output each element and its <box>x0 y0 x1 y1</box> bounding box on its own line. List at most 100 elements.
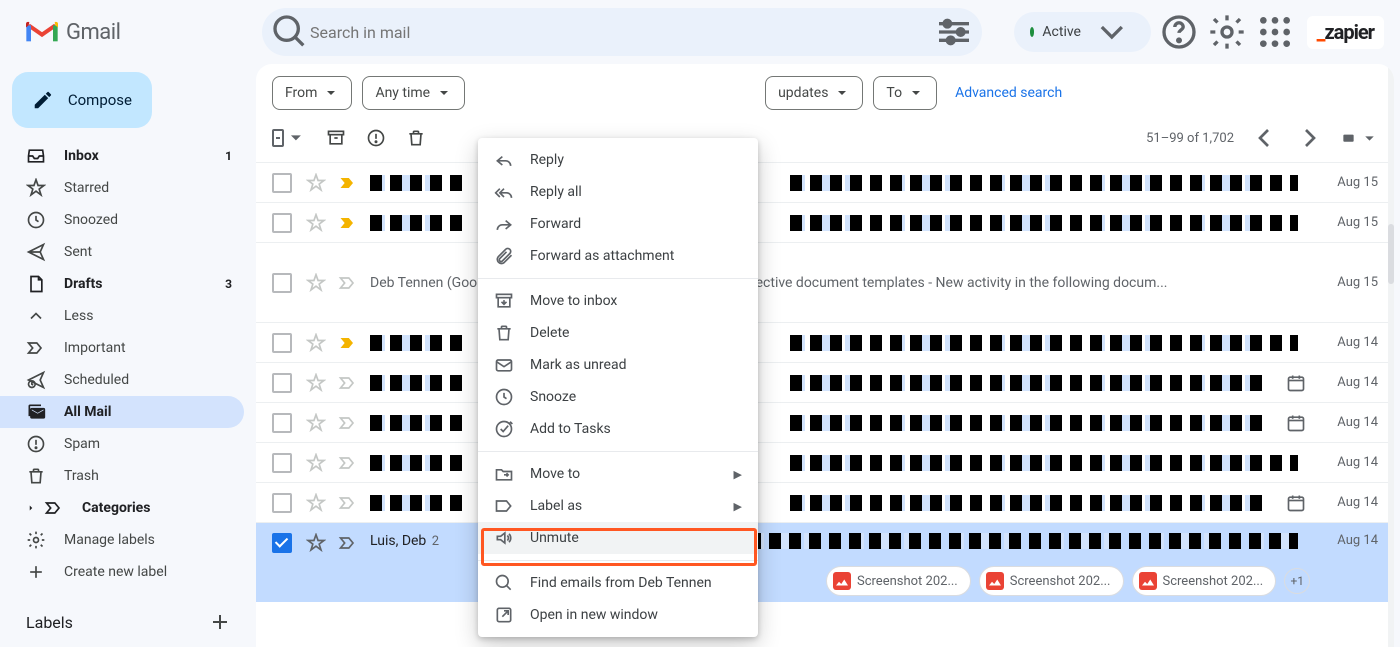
ctx-forward[interactable]: Forward <box>478 208 758 240</box>
sidebar-item-snoozed[interactable]: Snoozed <box>0 204 244 236</box>
star-icon[interactable] <box>306 173 326 193</box>
delete-icon[interactable] <box>406 128 426 148</box>
attachment-chip[interactable]: Screenshot 202... <box>826 566 971 596</box>
report-spam-icon[interactable] <box>366 128 386 148</box>
sidebar-item-starred[interactable]: Starred <box>0 172 244 204</box>
star-icon[interactable] <box>306 493 326 513</box>
sidebar-item-inbox[interactable]: Inbox 1 <box>0 140 244 172</box>
important-marker-icon[interactable] <box>338 333 358 353</box>
row-checkbox[interactable] <box>272 333 292 353</box>
star-icon[interactable] <box>306 213 326 233</box>
settings-gear-icon[interactable] <box>1207 12 1247 52</box>
row-checkbox[interactable] <box>272 413 292 433</box>
star-icon[interactable] <box>306 453 326 473</box>
ctx-forward-attachment[interactable]: Forward as attachment <box>478 240 758 272</box>
important-marker-icon[interactable] <box>338 213 358 233</box>
important-marker-icon[interactable] <box>338 453 358 473</box>
star-icon[interactable] <box>306 533 326 553</box>
sidebar-item-less[interactable]: Less <box>0 300 244 332</box>
nav-count: 3 <box>225 277 232 291</box>
sidebar-item-important[interactable]: Important <box>0 332 244 364</box>
row-checkbox[interactable] <box>272 373 292 393</box>
filter-to[interactable]: To <box>873 76 937 110</box>
ctx-move-to[interactable]: Move to▶ <box>478 458 758 490</box>
add-label-icon[interactable] <box>208 610 232 634</box>
row-sender: Deb Tennen (Goo <box>370 275 480 291</box>
row-date: Aug 14 <box>1318 415 1378 430</box>
row-checkbox[interactable] <box>272 493 292 513</box>
ctx-reply-all[interactable]: Reply all <box>478 176 758 208</box>
email-row[interactable]: Aug 15 <box>256 202 1394 242</box>
attachment-more[interactable]: +1 <box>1284 568 1310 594</box>
sidebar-item-create-label[interactable]: Create new label <box>0 556 244 588</box>
filter-any-time[interactable]: Any time <box>362 76 465 110</box>
star-icon[interactable] <box>306 333 326 353</box>
row-checkbox[interactable] <box>272 173 292 193</box>
help-icon[interactable] <box>1159 12 1199 52</box>
email-row[interactable]: Aug 14 <box>256 322 1394 362</box>
search-bar[interactable] <box>262 8 982 56</box>
attachments: Screenshot 202... Screenshot 202... Scre… <box>826 566 1310 596</box>
important-marker-icon[interactable] <box>338 533 358 553</box>
filter-from[interactable]: From <box>272 76 352 110</box>
important-marker-icon[interactable] <box>338 273 358 293</box>
email-row[interactable]: Aug 15 <box>256 162 1394 202</box>
ctx-mark-unread[interactable]: Mark as unread <box>478 349 758 381</box>
ctx-open-window[interactable]: Open in new window <box>478 599 758 631</box>
ctx-reply[interactable]: Reply <box>478 144 758 176</box>
ctx-move-inbox[interactable]: Move to inbox <box>478 285 758 317</box>
attachment-chip[interactable]: Screenshot 202... <box>979 566 1124 596</box>
filter-updates[interactable]: updates <box>765 76 863 110</box>
next-page-icon[interactable] <box>1294 122 1326 154</box>
attachment-chip[interactable]: Screenshot 202... <box>1132 566 1277 596</box>
scrollbar[interactable] <box>1388 64 1394 647</box>
star-icon[interactable] <box>306 373 326 393</box>
compose-button[interactable]: Compose <box>12 72 152 128</box>
star-icon[interactable] <box>306 413 326 433</box>
apps-grid-icon[interactable] <box>1255 12 1295 52</box>
ctx-delete[interactable]: Delete <box>478 317 758 349</box>
ctx-find-emails[interactable]: Find emails from Deb Tennen <box>478 567 758 599</box>
gmail-logo[interactable]: Gmail <box>26 20 120 45</box>
sidebar-item-sent[interactable]: Sent <box>0 236 244 268</box>
email-row[interactable]: Aug 14 <box>256 442 1394 482</box>
trash-icon <box>26 466 46 486</box>
email-row[interactable]: Aug 14 <box>256 402 1394 442</box>
sidebar-item-categories[interactable]: Categories <box>0 492 244 524</box>
email-row[interactable]: Deb Tennen (Goo v to create effective do… <box>256 242 1394 322</box>
row-date: Aug 15 <box>1318 175 1378 190</box>
search-input[interactable] <box>310 23 934 42</box>
ctx-snooze[interactable]: Snooze <box>478 381 758 413</box>
input-tools-icon[interactable] <box>1340 130 1378 147</box>
sidebar-item-drafts[interactable]: Drafts 3 <box>0 268 244 300</box>
important-marker-icon[interactable] <box>338 413 358 433</box>
email-row[interactable]: Aug 14 <box>256 362 1394 402</box>
ctx-unmute[interactable]: Unmute <box>478 522 758 554</box>
advanced-search-link[interactable]: Advanced search <box>955 85 1062 101</box>
important-marker-icon[interactable] <box>338 173 358 193</box>
archive-icon[interactable] <box>326 128 346 148</box>
row-checkbox[interactable] <box>272 213 292 233</box>
email-row-selected[interactable]: Luis, Deb 2 Aug 14 Screenshot 202... Scr… <box>256 522 1394 602</box>
sidebar-item-manage-labels[interactable]: Manage labels <box>0 524 244 556</box>
row-checkbox[interactable] <box>272 273 292 293</box>
status-chip[interactable]: Active <box>1014 12 1151 52</box>
prev-page-icon[interactable] <box>1248 122 1280 154</box>
email-row[interactable]: Aug 14 <box>256 482 1394 522</box>
star-icon[interactable] <box>306 273 326 293</box>
row-checkbox[interactable] <box>272 453 292 473</box>
sidebar-item-scheduled[interactable]: Scheduled <box>0 364 244 396</box>
important-marker-icon[interactable] <box>338 373 358 393</box>
row-checkbox[interactable] <box>272 533 292 553</box>
sidebar-item-trash[interactable]: Trash <box>0 460 244 492</box>
ctx-label-as[interactable]: Label as▶ <box>478 490 758 522</box>
search-options-icon[interactable] <box>934 12 974 52</box>
sidebar-item-all-mail[interactable]: All Mail <box>0 396 244 428</box>
zapier-badge[interactable]: _zapier <box>1307 16 1384 49</box>
select-all-checkbox[interactable] <box>272 128 306 148</box>
important-marker-icon[interactable] <box>338 493 358 513</box>
status-label: Active <box>1042 24 1081 40</box>
ctx-add-tasks[interactable]: Add to Tasks <box>478 413 758 445</box>
nav-label: Drafts <box>64 276 102 292</box>
sidebar-item-spam[interactable]: Spam <box>0 428 244 460</box>
